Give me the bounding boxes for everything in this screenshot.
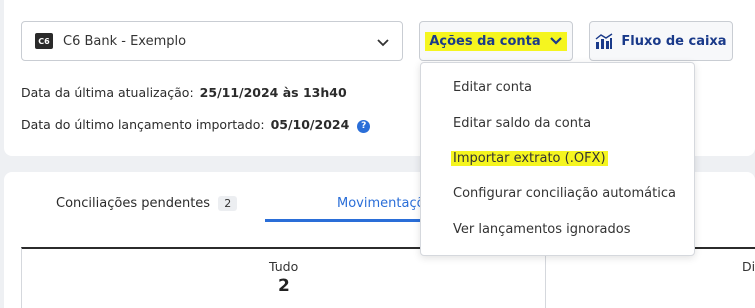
tab-movements[interactable]: Movimentaçõ <box>337 196 425 211</box>
last-update-info: Data da última atualização: 25/11/2024 às… <box>21 85 347 100</box>
menu-item-edit-account[interactable]: Editar conta <box>453 80 532 95</box>
tab-pending-reconciliations[interactable]: Conciliações pendentes 2 <box>56 196 238 211</box>
summary-all-value: 2 <box>278 276 290 296</box>
cashflow-button[interactable]: Fluxo de caixa <box>589 21 733 61</box>
active-tab-indicator <box>265 219 425 222</box>
summary-all-label: Tudo <box>269 259 299 274</box>
cashflow-label: Fluxo de caixa <box>621 33 727 49</box>
menu-item-auto-reconciliation[interactable]: Configurar conciliação automática <box>453 186 676 201</box>
account-actions-label: Ações da conta <box>429 33 541 49</box>
bank-logo: C6 <box>35 33 53 49</box>
menu-item-edit-balance[interactable]: Editar saldo da conta <box>453 116 591 131</box>
help-icon[interactable]: ? <box>357 120 371 133</box>
last-import-label: Data do último lançamento importado: <box>21 117 265 132</box>
chevron-down-icon <box>377 39 389 47</box>
last-update-label: Data da última atualização: <box>21 85 194 100</box>
last-import-info: Data do último lançamento importado: 05/1… <box>21 117 371 133</box>
tab-pending-label: Conciliações pendentes <box>56 196 211 211</box>
summary-divider <box>545 249 546 308</box>
tab-movements-label: Movimentaçõ <box>337 196 425 211</box>
menu-item-import-statement[interactable]: Importar extrato (.OFX) <box>451 151 608 166</box>
account-actions-menu: Editar conta Editar saldo da conta Impor… <box>420 62 695 256</box>
account-select[interactable]: C6 C6 Bank - Exemplo <box>21 21 403 61</box>
menu-item-ignored-entries[interactable]: Ver lançamentos ignorados <box>453 222 631 237</box>
account-name: C6 Bank - Exemplo <box>63 33 187 49</box>
chevron-down-icon <box>549 37 562 45</box>
last-update-value: 25/11/2024 às 13h40 <box>199 85 347 100</box>
summary-filter-box[interactable] <box>21 247 755 308</box>
pending-count-badge: 2 <box>218 196 238 211</box>
account-actions-button[interactable]: Ações da conta <box>419 21 573 61</box>
last-import-value: 05/10/2024 <box>270 117 350 132</box>
summary-second-label: Di <box>742 259 755 274</box>
chart-bars-icon <box>595 33 613 49</box>
